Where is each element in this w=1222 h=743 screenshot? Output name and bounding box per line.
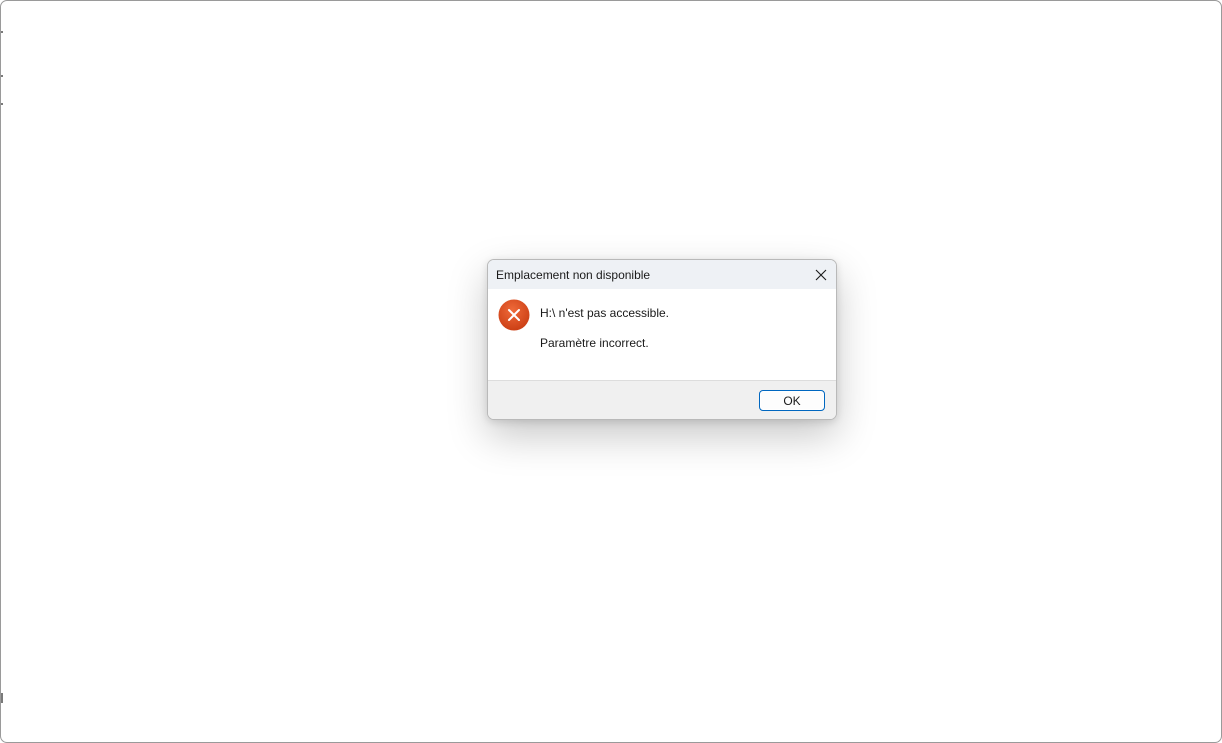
error-dialog: Emplacement non disponible H:\ n'est pas… [487,259,837,420]
edge-mark [1,75,3,77]
ok-button[interactable]: OK [759,390,825,411]
dialog-content: H:\ n'est pas accessible. Paramètre inco… [488,289,836,380]
error-message: H:\ n'est pas accessible. [540,306,670,320]
edge-mark [1,31,3,33]
dialog-footer: OK [488,380,836,419]
error-detail: Paramètre incorrect. [540,336,649,350]
close-icon [815,269,827,280]
dialog-title: Emplacement non disponible [496,268,651,282]
edge-mark [1,103,3,105]
dialog-titlebar[interactable]: Emplacement non disponible [488,260,836,289]
error-icon [498,299,530,331]
close-button[interactable] [806,260,836,289]
edge-mark [1,693,3,703]
